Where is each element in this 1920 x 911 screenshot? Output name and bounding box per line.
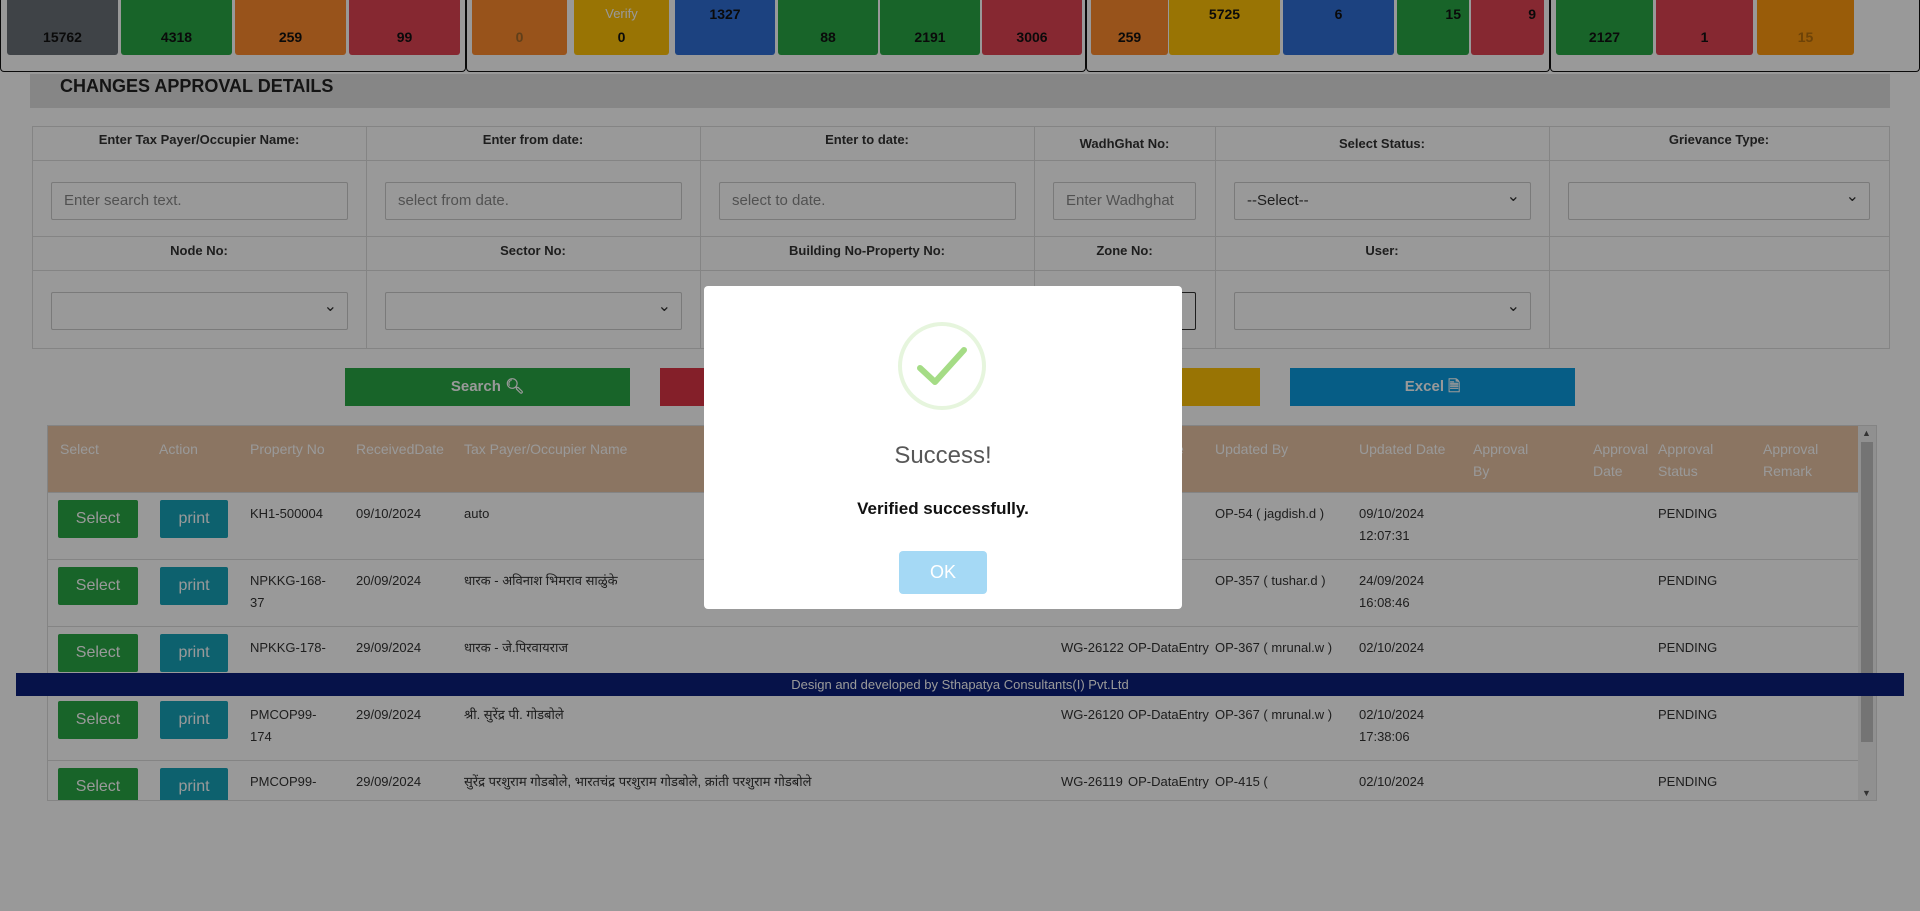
success-dialog: Success! Verified successfully. OK (704, 286, 1182, 609)
dialog-message: Verified successfully. (857, 499, 1029, 518)
dialog-title: Success! (894, 442, 992, 469)
success-check-icon (898, 322, 986, 410)
ok-button[interactable]: OK (899, 551, 987, 594)
